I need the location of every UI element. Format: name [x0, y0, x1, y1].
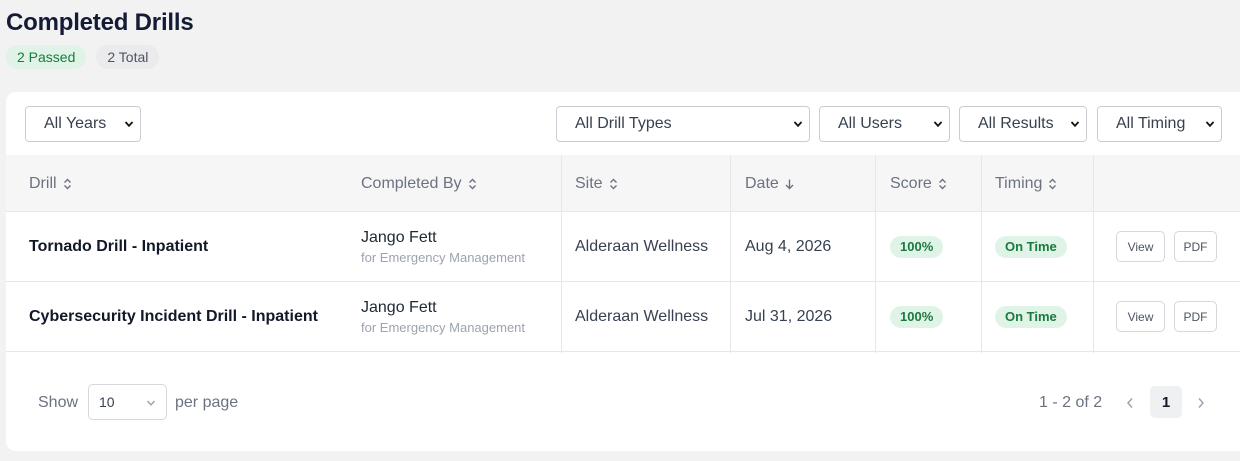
- completed-for-label: for Emergency Management: [361, 320, 526, 335]
- sort-descending-icon: [785, 179, 794, 189]
- completed-by-cell: Jango Fett for Emergency Management: [361, 282, 525, 352]
- timing-filter-value: All Timing: [1116, 115, 1186, 132]
- drill-cell: Tornado Drill - Inpatient: [29, 212, 208, 282]
- chevron-down-icon: [933, 121, 943, 128]
- column-header-site[interactable]: Site: [575, 155, 618, 212]
- timing-badge: On Time: [995, 236, 1067, 258]
- drill-cell: Cybersecurity Incident Drill - Inpatient: [29, 282, 318, 352]
- column-header-label: Date: [745, 174, 779, 192]
- chevron-down-icon: [146, 400, 156, 406]
- sort-icon: [609, 178, 617, 189]
- table-row: Cybersecurity Incident Drill - Inpatient…: [6, 282, 1240, 352]
- years-filter-value: All Years: [44, 115, 107, 132]
- score-cell: 100%: [890, 212, 944, 282]
- chevron-down-icon: [793, 121, 803, 128]
- site-name: Alderaan Wellness: [575, 308, 709, 325]
- page-button-current[interactable]: 1: [1150, 386, 1182, 418]
- view-button[interactable]: View: [1116, 301, 1165, 332]
- date-cell: Aug 4, 2026: [745, 212, 831, 282]
- results-filter-value: All Results: [978, 115, 1054, 132]
- users-filter[interactable]: All Users: [819, 106, 950, 142]
- next-page-button[interactable]: [1194, 394, 1208, 412]
- sort-icon: [938, 178, 946, 189]
- drill-name: Cybersecurity Incident Drill - Inpatient: [29, 308, 318, 325]
- column-header-score[interactable]: Score: [890, 155, 947, 212]
- pdf-button[interactable]: PDF: [1174, 301, 1217, 332]
- score-badge: 100%: [890, 306, 944, 328]
- drills-card: All Years All Drill Types All Users All …: [6, 92, 1240, 451]
- column-header-label: Drill: [29, 174, 57, 192]
- completed-by-name: Jango Fett: [361, 229, 437, 246]
- table-header: Drill Completed By Site Date Score Timin…: [6, 155, 1240, 212]
- summary-badges: 2 Passed 2 Total: [6, 45, 160, 69]
- date-cell: Jul 31, 2026: [745, 282, 832, 352]
- sort-icon: [63, 178, 71, 189]
- column-header-completed-by[interactable]: Completed By: [361, 155, 477, 212]
- table-row: Tornado Drill - Inpatient Jango Fett for…: [6, 212, 1240, 282]
- page-title: Completed Drills: [6, 9, 194, 36]
- completed-by-cell: Jango Fett for Emergency Management: [361, 212, 525, 282]
- score-badge: 100%: [890, 236, 944, 258]
- chevron-right-icon: [1198, 398, 1205, 408]
- column-header-label: Site: [575, 174, 603, 192]
- timing-cell: On Time: [995, 212, 1067, 282]
- drill-date: Jul 31, 2026: [745, 308, 833, 325]
- completed-by-name: Jango Fett: [361, 299, 437, 316]
- years-filter[interactable]: All Years: [25, 106, 141, 142]
- sort-icon: [1049, 178, 1057, 189]
- site-cell: Alderaan Wellness: [575, 282, 708, 352]
- column-header-label: Timing: [995, 174, 1043, 192]
- column-header-date[interactable]: Date: [745, 155, 794, 212]
- completed-for-label: for Emergency Management: [361, 250, 526, 265]
- column-header-label: Completed By: [361, 174, 462, 192]
- column-header-timing[interactable]: Timing: [995, 155, 1057, 212]
- users-filter-value: All Users: [838, 115, 903, 132]
- pdf-button[interactable]: PDF: [1174, 231, 1217, 262]
- per-page-value: 10: [99, 394, 115, 410]
- total-badge: 2 Total: [96, 45, 160, 69]
- chevron-down-icon: [1070, 121, 1080, 128]
- timing-badge: On Time: [995, 306, 1067, 328]
- sort-icon: [468, 178, 476, 189]
- column-header-drill[interactable]: Drill: [29, 155, 72, 212]
- chevron-left-icon: [1126, 398, 1133, 408]
- score-cell: 100%: [890, 282, 944, 352]
- drill-name: Tornado Drill - Inpatient: [29, 238, 209, 255]
- previous-page-button[interactable]: [1123, 394, 1137, 412]
- view-button[interactable]: View: [1116, 231, 1165, 262]
- per-page-select[interactable]: 10: [88, 384, 167, 420]
- passed-badge: 2 Passed: [6, 45, 87, 69]
- site-cell: Alderaan Wellness: [575, 212, 708, 282]
- chevron-down-icon: [1205, 121, 1215, 128]
- timing-cell: On Time: [995, 282, 1067, 352]
- pagination-range: 1 - 2 of 2: [1039, 394, 1103, 411]
- column-header-label: Score: [890, 174, 932, 192]
- chevron-down-icon: [124, 121, 134, 128]
- drill-types-filter[interactable]: All Drill Types: [556, 106, 810, 142]
- per-page-label: per page: [175, 394, 239, 411]
- show-label: Show: [38, 394, 79, 411]
- results-filter[interactable]: All Results: [959, 106, 1087, 142]
- drill-date: Aug 4, 2026: [745, 238, 832, 255]
- site-name: Alderaan Wellness: [575, 238, 709, 255]
- timing-filter[interactable]: All Timing: [1097, 106, 1222, 142]
- drill-types-filter-value: All Drill Types: [575, 115, 672, 132]
